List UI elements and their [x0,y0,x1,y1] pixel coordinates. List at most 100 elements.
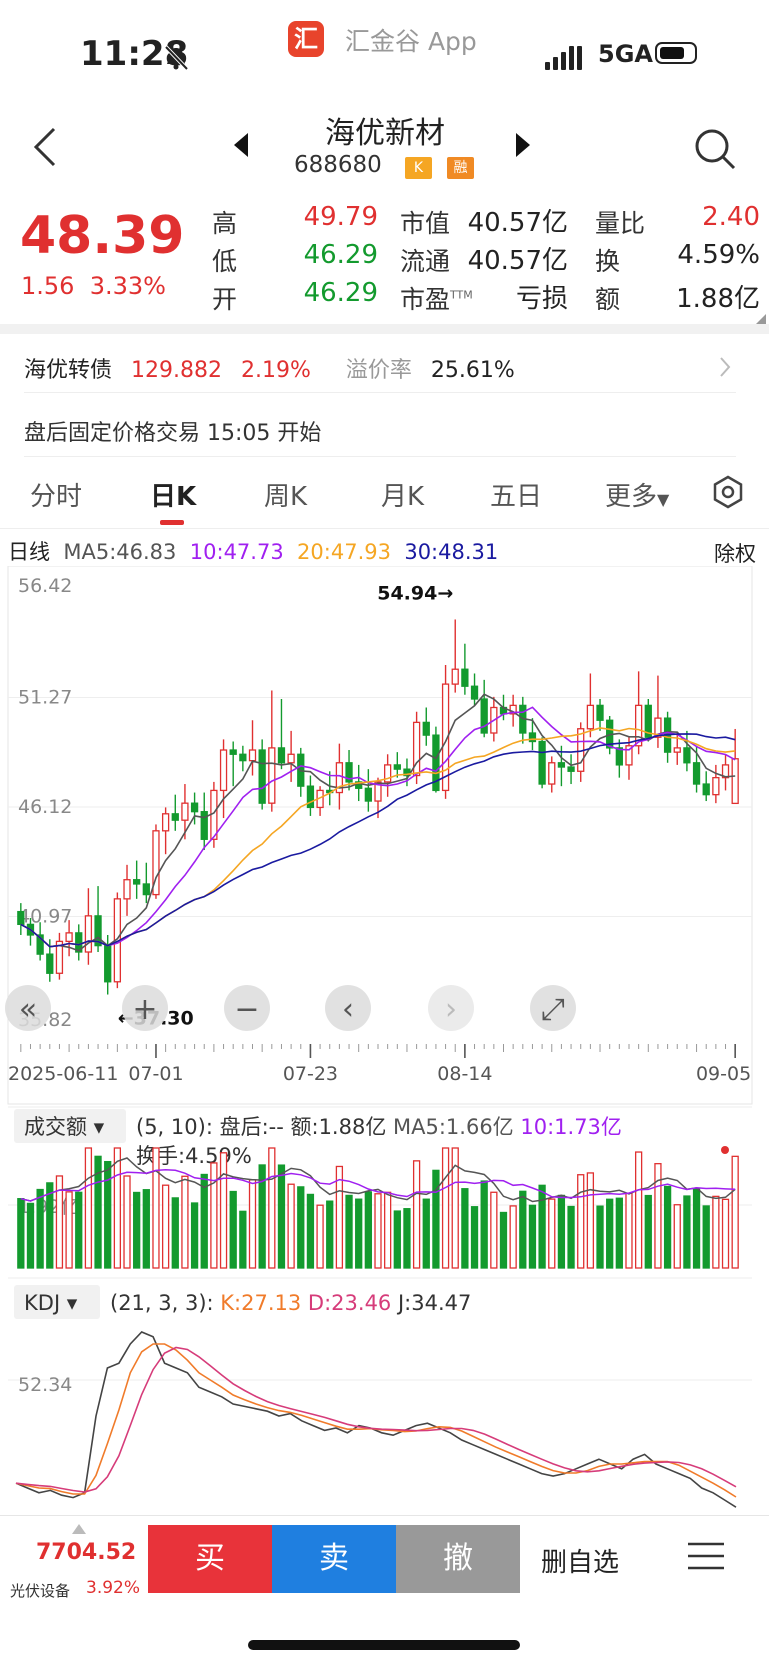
volume-bar [673,1204,681,1269]
sell-button[interactable]: 卖 [272,1525,396,1593]
search-icon[interactable] [694,128,738,172]
candle-body [451,668,459,685]
quote-value: 40.57亿 [467,246,568,276]
candle-body [538,740,546,785]
volume-bar [663,1185,672,1269]
volume-bar [142,1189,150,1269]
kdj-y-tick: 52.34 [18,1374,72,1396]
candle-body [731,758,739,805]
prev-stock-icon[interactable] [232,132,250,158]
y-tick-label: 40.97 [18,906,72,928]
kdj-info-part: (21, 3, 3): [110,1291,214,1315]
amount-info-part: 10:1.73亿 [514,1115,622,1139]
buy-button[interactable]: 买 [148,1525,272,1593]
tab-five-day[interactable]: 五日 [490,476,542,513]
corner-indicator-icon [756,314,766,324]
next-stock-icon[interactable] [514,132,532,158]
chart-canvas[interactable]: 56.4251.2746.1240.9735.8254.94→←37.30202… [0,566,769,1516]
bond-pct: 2.19% [241,358,311,383]
volume-bar [606,1198,614,1269]
after-hours-notice: 盘后固定价格交易 15:05 开始 [24,421,322,446]
volume-bar [26,1202,35,1269]
candle-body [557,762,566,768]
back-icon[interactable] [30,125,60,169]
candle-body [393,764,401,770]
volume-bar [345,1194,353,1269]
volume-bar [384,1191,392,1269]
kdj-info-part: J:34.47 [391,1291,471,1315]
tab-more[interactable]: 更多▼ [605,476,669,513]
volume-bar [731,1155,739,1269]
ma30-value: 30:48.31 [404,540,499,564]
volume-bar [123,1175,131,1269]
quote-value: 4.59% [677,240,760,270]
candle-body [171,813,179,821]
index-pct: 3.92% [86,1578,141,1598]
candle-body [615,747,623,766]
candle-body [528,732,537,743]
menu-icon[interactable] [688,1542,724,1570]
quote-value: 46.29 [303,278,378,308]
volume-bar [644,1194,652,1269]
convertible-bond-row[interactable]: 海优转债 129.882 2.19% 溢价率 25.61% [24,352,515,384]
candle-body [181,802,189,821]
adjust-toggle[interactable]: 除权 [714,538,756,568]
volume-bar [528,1204,537,1269]
candle-body [364,787,372,802]
ma-legend: 日线 MA5:46.83 10:47.73 20:47.93 30:48.31 [8,536,498,566]
amount-selector-label: 成交额 ▾ [24,1115,105,1139]
amount-info-part: 额:1.88亿 [284,1115,387,1139]
chevron-right-icon[interactable] [718,356,732,378]
premium-value: 25.61% [430,358,515,383]
quote-value: 亏损 [515,284,568,314]
candle-body [548,762,556,785]
cancel-order-button[interactable]: 撤 [396,1525,520,1593]
candle-body [306,785,315,809]
candle-body [65,932,73,943]
fullscreen-icon-glyph: ⤢ [541,992,565,1027]
volume-bar [46,1182,54,1269]
signal-icon [545,46,582,70]
volume-bar [171,1197,179,1269]
ma20-value: 20:47.93 [297,540,391,564]
candle-body [683,747,691,764]
x-tick-label: 09-05 [696,1063,751,1085]
app-logo-icon: 汇 [288,21,324,57]
quote-label: 开 [212,285,238,314]
candle-body [470,685,479,700]
volume-bar [65,1191,73,1269]
tab-daily-k[interactable]: 日K [150,476,196,513]
tab-monthly-k[interactable]: 月K [381,476,424,513]
quote-label: 量比 [595,209,646,238]
candle-body [567,766,575,772]
index-value[interactable]: 7704.52 [36,1540,136,1565]
volume-bar [692,1188,701,1269]
ma-period-label: 日线 [8,540,50,564]
volume-bar [36,1188,44,1269]
volume-bar [519,1190,527,1269]
volume-bar [152,1147,160,1269]
volume-bar [403,1208,411,1269]
y-tick-label: 56.42 [18,575,72,597]
bell-mute-icon [164,45,189,71]
volume-bar [567,1205,575,1269]
collapse-icon-glyph: « [19,992,37,1027]
network-type: 5GA [598,40,653,68]
settings-icon[interactable] [711,475,745,509]
candle-body [104,944,112,983]
volume-bar [239,1210,247,1269]
change-value: 1.56 [21,272,75,300]
volume-bar [615,1197,623,1269]
change-pct: 3.33% [89,272,166,300]
pan-right-icon-glyph: › [445,992,457,1027]
volume-bar [181,1175,189,1269]
volume-bar [412,1160,421,1269]
candle-body [46,953,54,974]
kdj-d-line [15,1346,737,1493]
tab-weekly-k[interactable]: 周K [264,476,307,513]
amount-info-part: MA5:1.66亿 [386,1115,513,1139]
current-price: 48.39 [20,206,185,266]
tab-intraday[interactable]: 分时 [30,476,82,513]
remove-watchlist-button[interactable]: 删自选 [541,1542,619,1579]
index-name: 光伏设备 [10,1582,71,1600]
